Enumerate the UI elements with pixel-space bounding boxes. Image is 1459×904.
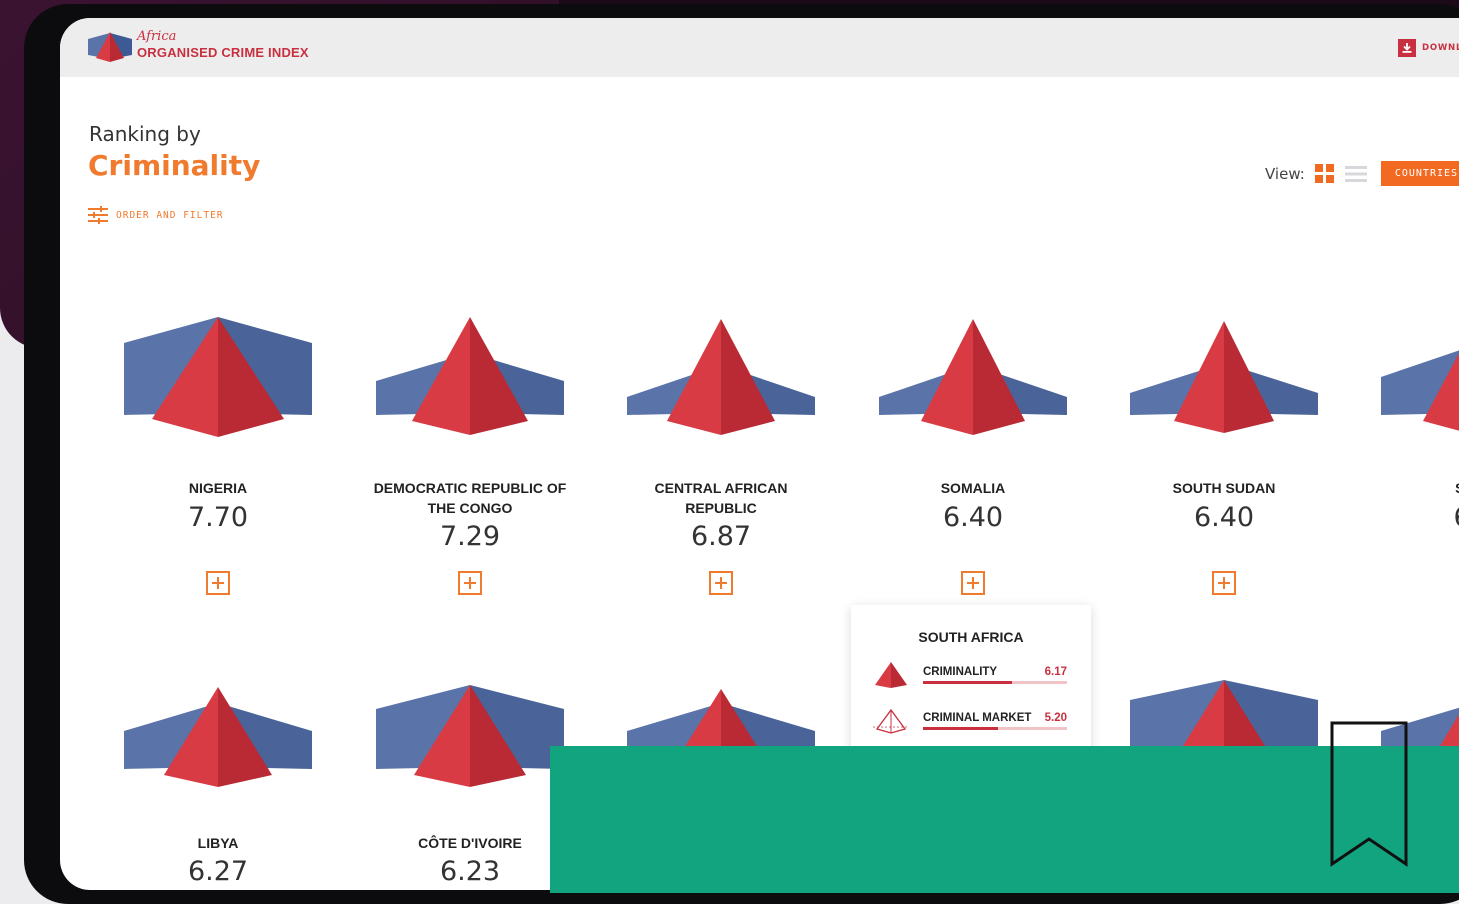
page-subtitle: Ranking by	[89, 122, 201, 146]
expand-plus-icon[interactable]	[206, 571, 230, 595]
country-name: SOUTH SUDAN	[1172, 480, 1276, 496]
country-name: SOMALIA	[940, 480, 1006, 496]
country-name: CÔTE D'IVOIRE	[418, 835, 522, 851]
country-card-nigeria[interactable]: NIGERIA 7.70	[118, 315, 318, 595]
country-card-libya[interactable]: LIBYA 6.27	[118, 683, 318, 887]
country-card-drc[interactable]: DEMOCRATIC REPUBLIC OF THE CONGO 7.29	[370, 315, 570, 595]
order-and-filter-button[interactable]: ORDER AND FILTER	[88, 206, 224, 224]
country-name: LIBYA	[197, 835, 239, 851]
expand-plus-icon[interactable]	[458, 571, 482, 595]
tooltip-label: CRIMINALITY	[923, 666, 998, 678]
tooltip-value: 5.20	[1044, 712, 1067, 724]
page-title: Criminality	[88, 149, 261, 182]
list-icon[interactable]	[1344, 164, 1367, 184]
country-card-somalia[interactable]: SOMALIA 6.40	[873, 315, 1073, 595]
criminality-pyramid-icon	[879, 319, 1067, 435]
country-name: DEMOCRATIC REPUBLIC OF THE CONGO	[373, 480, 567, 516]
tooltip-bar-fill	[923, 681, 1012, 684]
criminality-pyramid-icon	[376, 685, 564, 787]
expand-plus-icon[interactable]	[961, 571, 985, 595]
country-name: NIGERIA	[188, 480, 248, 496]
criminality-pyramid-icon	[376, 317, 564, 435]
tooltip-row-criminality: CRIMINALITY 6.17	[873, 661, 1067, 689]
download-button[interactable]: DOWNLOAD	[1398, 39, 1459, 57]
logo-text-index: ORGANISED CRIME INDEX	[137, 45, 309, 60]
country-score: 7.70	[187, 502, 249, 533]
country-card-south-sudan[interactable]: SOUTH SUDAN 6.40	[1124, 315, 1324, 595]
criminality-pyramid-icon	[1130, 321, 1318, 433]
criminality-pyramid-icon	[1381, 350, 1459, 431]
criminal-market-outline-pyramid-icon	[873, 708, 909, 734]
tooltip-bar-fill	[923, 727, 998, 730]
country-name: CENTRAL AFRICAN REPUBLIC	[654, 480, 788, 516]
country-score: 6.40	[1193, 502, 1255, 533]
expand-plus-icon[interactable]	[1212, 571, 1236, 595]
top-bar: Africa ORGANISED CRIME INDEX DOWNLOAD	[60, 18, 1459, 77]
country-score: 7.29	[439, 521, 501, 552]
green-banner	[550, 746, 1459, 893]
country-score: 6.23	[439, 856, 501, 887]
download-icon	[1398, 39, 1416, 57]
countries-button[interactable]: COUNTRIES	[1380, 161, 1459, 186]
tooltip-country-name: SOUTH AFRICA	[918, 629, 1024, 645]
download-label: DOWNLOAD	[1422, 43, 1459, 53]
view-switcher: View: COUNTRIES	[1265, 161, 1459, 186]
criminality-pyramid-icon	[124, 687, 312, 787]
view-label: View:	[1265, 164, 1305, 183]
expand-plus-icon[interactable]	[709, 571, 733, 595]
sliders-icon	[88, 206, 108, 224]
country-score: 6.87	[690, 521, 752, 552]
grid-icon[interactable]	[1314, 163, 1335, 184]
country-card-car[interactable]: CENTRAL AFRICAN REPUBLIC 6.87	[621, 315, 821, 595]
country-score: 6.40	[942, 502, 1004, 533]
bookmark-icon[interactable]	[1330, 721, 1410, 871]
tooltip-value: 6.17	[1044, 666, 1067, 678]
country-card-sudan[interactable]: SUDA 6.3	[1375, 315, 1459, 533]
criminality-pyramid-icon	[627, 319, 815, 435]
criminality-pyramid-icon	[875, 662, 907, 688]
country-card-cote-divoire[interactable]: CÔTE D'IVOIRE 6.23	[370, 683, 570, 887]
tooltip-row-criminal-market: CRIMINAL MARKET 5.20	[873, 707, 1067, 735]
order-and-filter-label: ORDER AND FILTER	[116, 209, 224, 221]
criminality-pyramid-icon	[124, 317, 312, 437]
country-score: 6.3	[1375, 502, 1459, 534]
tooltip-label: CRIMINAL MARKET	[923, 712, 1032, 724]
logo-text-africa: Africa	[137, 29, 177, 44]
logo-pyramid-icon[interactable]	[88, 31, 132, 63]
country-name: SUDA	[1375, 478, 1459, 498]
country-score: 6.27	[187, 856, 249, 887]
